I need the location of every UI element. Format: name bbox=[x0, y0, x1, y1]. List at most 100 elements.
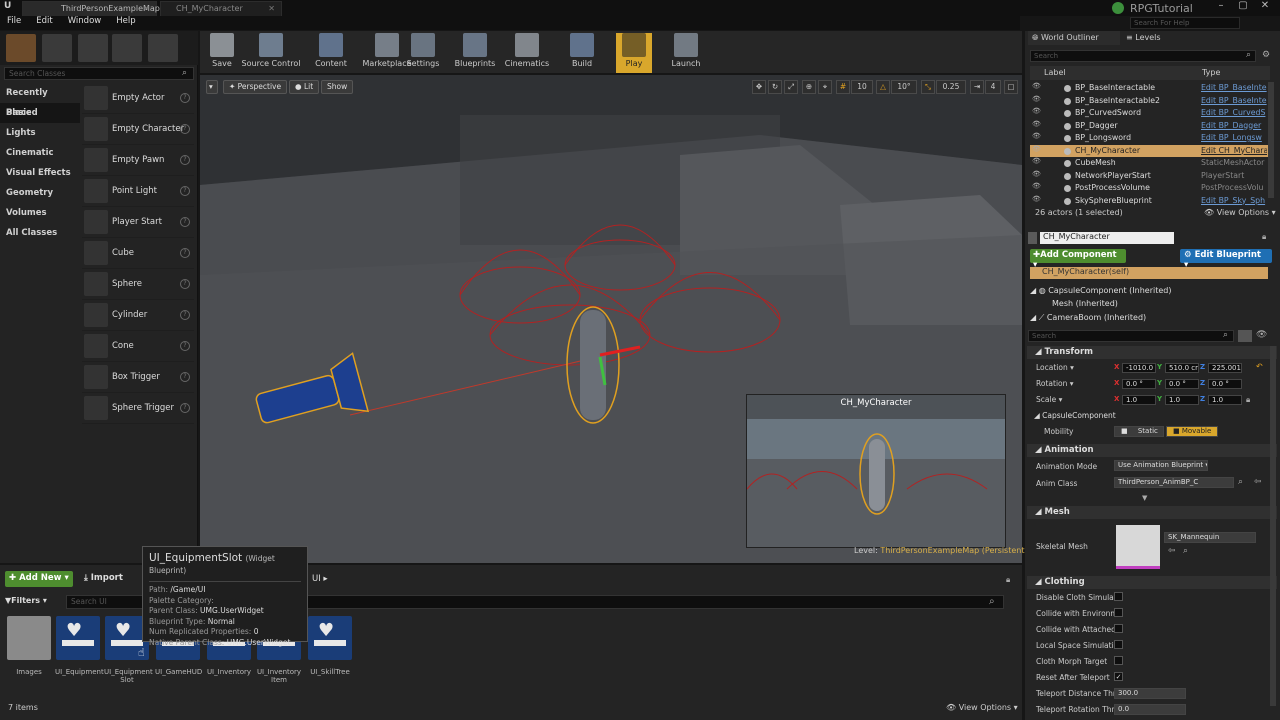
visibility-eye-icon[interactable]: 👁︎ bbox=[1032, 95, 1041, 103]
menu-help[interactable]: Help bbox=[116, 16, 135, 26]
add-new-button[interactable]: ✚ Add New ▾ bbox=[5, 571, 73, 587]
edit-blueprint-link[interactable]: Edit BP_BaseInte bbox=[1201, 83, 1267, 92]
help-icon[interactable]: ? bbox=[180, 341, 190, 351]
close-icon[interactable]: ✕ bbox=[268, 4, 275, 13]
help-icon[interactable]: ? bbox=[180, 93, 190, 103]
outliner-row[interactable]: 👁︎ BP_CurvedSword Edit BP_CurvedS bbox=[1030, 107, 1268, 120]
surface-snap-icon[interactable]: ⌖ bbox=[818, 80, 832, 94]
asset-tile[interactable]: Images bbox=[6, 616, 52, 676]
category-all-classes[interactable]: All Classes bbox=[0, 223, 80, 243]
show-button[interactable]: Show bbox=[321, 80, 354, 94]
component-capsule[interactable]: ◢ ◍ CapsuleComponent (Inherited) bbox=[1030, 286, 1171, 295]
outliner-row[interactable]: 👁︎ BP_Longsword Edit BP_Longsw bbox=[1030, 132, 1268, 145]
clothing-checkbox[interactable] bbox=[1114, 624, 1123, 633]
visibility-eye-icon[interactable]: 👁︎ bbox=[1032, 170, 1041, 178]
toolbar-cinematics-button[interactable]: Cinematics bbox=[500, 33, 554, 73]
category-basic[interactable]: Basic bbox=[0, 103, 80, 123]
toolbar-content-button[interactable]: Content bbox=[310, 33, 352, 73]
viewport-options-icon[interactable]: ▾ bbox=[206, 80, 218, 94]
help-icon[interactable]: ? bbox=[180, 310, 190, 320]
import-button[interactable]: ⤓ Import bbox=[80, 571, 132, 587]
category-visual-effects[interactable]: Visual Effects bbox=[0, 163, 80, 183]
help-icon[interactable]: ? bbox=[180, 279, 190, 289]
outliner-scrollbar[interactable] bbox=[1268, 82, 1274, 198]
geometry-mode-icon[interactable] bbox=[148, 34, 178, 62]
lock-icon[interactable]: 🔒︎ bbox=[1262, 232, 1266, 242]
scale-lock-icon[interactable]: 🔒︎ bbox=[1246, 395, 1250, 405]
category-cinematic[interactable]: Cinematic bbox=[0, 143, 80, 163]
placeable-item[interactable]: Player Start? bbox=[82, 207, 194, 238]
asset-tile[interactable]: ♥ UI_SkillTree bbox=[307, 616, 353, 676]
location-z-field[interactable]: 225.001 bbox=[1208, 363, 1242, 373]
scale-label[interactable]: Scale ▾ bbox=[1036, 395, 1062, 404]
skeletal-mesh-dropdown[interactable]: SK_Mannequin bbox=[1164, 532, 1256, 543]
rotate-icon[interactable]: ↻ bbox=[768, 80, 782, 94]
edit-blueprint-link[interactable]: Edit BP_Dagger bbox=[1201, 121, 1267, 130]
outliner-row[interactable]: 👁︎ SkySphereBlueprint Edit BP_Sky_Sph bbox=[1030, 195, 1268, 208]
component-mesh[interactable]: Mesh (Inherited) bbox=[1052, 299, 1118, 308]
toolbar-build-button[interactable]: Build bbox=[565, 33, 599, 73]
edit-blueprint-link[interactable]: Edit CH_MyCharac bbox=[1201, 146, 1267, 155]
clothing-checkbox[interactable] bbox=[1114, 656, 1123, 665]
toolbar-blueprints-button[interactable]: Blueprints bbox=[450, 33, 500, 73]
use-selected-icon[interactable]: ⇦ bbox=[1168, 546, 1176, 556]
close-icon[interactable]: ✕ bbox=[143, 4, 150, 13]
category-lights[interactable]: Lights bbox=[0, 123, 80, 143]
help-icon[interactable]: ? bbox=[180, 186, 190, 196]
help-icon[interactable]: ? bbox=[180, 403, 190, 413]
camera-speed-value[interactable]: 4 bbox=[985, 80, 1001, 94]
scale-snap-icon[interactable]: ⤡ bbox=[921, 80, 935, 94]
scale-icon[interactable]: ⤢ bbox=[784, 80, 798, 94]
edit-blueprint-button[interactable]: ⚙ Edit Blueprint ▾ bbox=[1180, 249, 1272, 270]
source-control-icon[interactable] bbox=[1112, 2, 1124, 14]
anim-class-dropdown[interactable]: ThirdPerson_AnimBP_C bbox=[1114, 477, 1234, 488]
scale-y-field[interactable]: 1.0 bbox=[1165, 395, 1199, 405]
asset-tile[interactable]: ♥ UI_Equipment bbox=[55, 616, 104, 676]
perspective-button[interactable]: ✦ Perspective bbox=[223, 80, 288, 94]
placeable-item[interactable]: Sphere Trigger? bbox=[82, 393, 194, 424]
browse-icon[interactable]: ⌕ bbox=[1238, 477, 1243, 487]
animation-section-header[interactable]: ◢ Animation bbox=[1027, 444, 1277, 457]
world-space-icon[interactable]: ⊕ bbox=[802, 80, 816, 94]
placeable-item[interactable]: Cone? bbox=[82, 331, 194, 362]
rotation-snap-icon[interactable]: △ bbox=[876, 80, 890, 94]
location-x-field[interactable]: -1010.0 bbox=[1122, 363, 1156, 373]
teleport-distance-field[interactable]: 300.0 bbox=[1114, 688, 1186, 699]
tab-character[interactable]: CH_MyCharacter ✕ bbox=[160, 1, 282, 16]
minimize-icon[interactable]: – bbox=[1210, 0, 1232, 11]
mesh-thumbnail[interactable] bbox=[1116, 525, 1160, 569]
outliner-view-options[interactable]: 👁︎ View Options ▾ bbox=[1204, 208, 1276, 217]
placeable-item[interactable]: Point Light? bbox=[82, 176, 194, 207]
edit-blueprint-link[interactable]: Edit BP_CurvedS bbox=[1201, 108, 1267, 117]
scale-z-field[interactable]: 1.0 bbox=[1208, 395, 1242, 405]
edit-blueprint-link[interactable]: Edit BP_Longsw bbox=[1201, 133, 1267, 142]
component-self-row[interactable]: CH_MyCharacter(self) bbox=[1030, 267, 1268, 279]
toolbar-settings-button[interactable]: Settings bbox=[400, 33, 446, 73]
help-icon[interactable]: ? bbox=[180, 248, 190, 258]
visibility-eye-icon[interactable]: 👁︎ bbox=[1032, 82, 1041, 90]
help-icon[interactable]: ? bbox=[180, 217, 190, 227]
outliner-row[interactable]: 👁︎ BP_Dagger Edit BP_Dagger bbox=[1030, 120, 1268, 133]
edit-blueprint-link[interactable]: Edit BP_BaseInte bbox=[1201, 96, 1267, 105]
outliner-row[interactable]: 👁︎ BP_BaseInteractable2 Edit BP_BaseInte bbox=[1030, 95, 1268, 108]
outliner-row[interactable]: 👁︎ BP_BaseInteractable Edit BP_BaseInte bbox=[1030, 82, 1268, 95]
column-type[interactable]: Type bbox=[1202, 68, 1220, 77]
filters-button[interactable]: ▼Filters ▾ bbox=[5, 596, 47, 605]
translate-icon[interactable]: ✥ bbox=[752, 80, 766, 94]
placeable-item[interactable]: Sphere? bbox=[82, 269, 194, 300]
category-recently-placed[interactable]: Recently Placed bbox=[0, 83, 80, 118]
help-icon[interactable]: ? bbox=[180, 155, 190, 165]
column-label[interactable]: Label bbox=[1044, 68, 1066, 77]
foliage-mode-icon[interactable] bbox=[112, 34, 142, 62]
actor-name-field[interactable]: CH_MyCharacter bbox=[1040, 232, 1174, 244]
placeable-item[interactable]: Empty Pawn? bbox=[82, 145, 194, 176]
visibility-eye-icon[interactable]: 👁︎ bbox=[1032, 182, 1041, 190]
grid-snap-value[interactable]: 10 bbox=[851, 80, 873, 94]
help-icon[interactable]: ? bbox=[180, 372, 190, 382]
help-search-input[interactable]: Search For Help bbox=[1130, 17, 1240, 29]
capsule-subsection-header[interactable]: ◢ CapsuleComponent bbox=[1034, 411, 1116, 420]
search-classes-input[interactable]: Search Classes bbox=[4, 67, 194, 80]
help-icon[interactable]: ? bbox=[180, 124, 190, 134]
mobility-movable-button[interactable]: ■ Movable bbox=[1166, 426, 1218, 437]
tab-world-outliner[interactable]: 🌐︎ World Outliner bbox=[1028, 31, 1120, 45]
